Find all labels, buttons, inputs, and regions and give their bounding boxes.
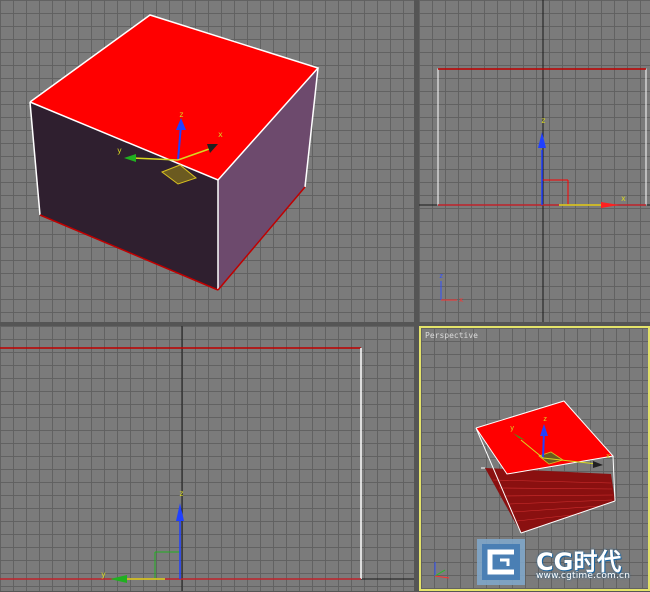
transform-gizmo-bottom-left[interactable] [110,503,184,583]
box-scene-top-left: z y x [29,14,320,291]
gizmo-z-label: z [179,489,184,498]
gizmo-x-label: x [218,130,223,139]
axis-x-label: x [459,296,463,304]
gizmo-y-label: y [101,570,106,579]
gizmo-z-label: z [543,415,547,423]
gizmo-z-label: z [179,110,184,119]
gizmo-x-label: x [621,194,626,203]
watermark-url: www.cgtime.com.cn [536,571,631,581]
gizmo-y-label: y [510,424,514,432]
viewport-top-right[interactable]: z x z x [419,0,650,322]
gizmo-y-label: y [117,146,122,155]
cgtime-logo-icon [477,539,525,585]
box-scene-top-right: z x z x [419,0,650,322]
viewport-bottom-left[interactable]: z y [0,326,414,591]
gizmo-z-label: z [541,116,546,125]
viewport-top-left[interactable]: z y x [0,0,414,322]
axis-tripod-top-right [440,281,457,301]
transform-gizmo-top-right[interactable] [538,132,619,208]
axis-z-label: z [439,272,443,280]
gizmo-x-label: x [606,452,610,460]
watermark: CG时代 www.cgtime.com.cn [476,538,646,588]
box-scene-bottom-left: z y [0,326,414,591]
axis-tripod-perspective [434,562,450,579]
